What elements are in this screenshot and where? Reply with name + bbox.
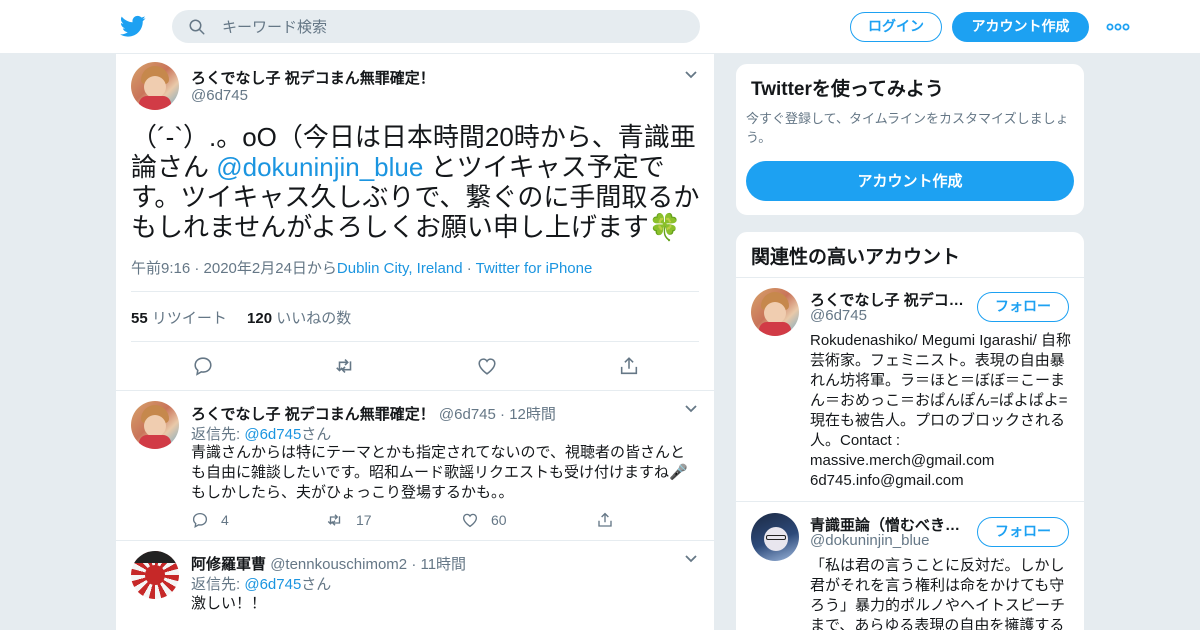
top-bar: ログイン アカウント作成: [0, 0, 1200, 54]
location-link[interactable]: Dublin City, Ireland: [337, 260, 463, 277]
reply-author-handle[interactable]: @tennkouschimom2: [270, 556, 407, 573]
reply-to-line: 返信先: @6d745さん: [191, 573, 331, 594]
like-count: 60: [491, 512, 507, 528]
share-icon: [598, 512, 612, 527]
follow-button[interactable]: フォロー: [977, 292, 1069, 322]
card-subtitle: 今すぐ登録して、タイムラインをカスタマイズしましょう。: [746, 111, 1069, 145]
more-icon[interactable]: [1106, 20, 1130, 34]
like-icon[interactable]: [476, 355, 498, 377]
divider: [736, 277, 1084, 278]
meta-separator: ·: [462, 260, 476, 277]
signup-button[interactable]: アカウント作成: [746, 161, 1074, 201]
like-label: いいねの数: [276, 310, 352, 327]
card-title: 関連性の高いアカウント: [751, 247, 961, 268]
reply-to-mention[interactable]: @6d745: [244, 426, 301, 443]
divider: [116, 540, 714, 541]
reply-to-prefix: 返信先:: [191, 576, 245, 593]
reply-text: 激しい！！: [191, 595, 267, 612]
source-link[interactable]: Twitter for iPhone: [476, 260, 593, 277]
search-box[interactable]: [172, 10, 700, 43]
retweet-count: 55: [131, 310, 148, 327]
author-handle[interactable]: @6d745: [191, 87, 248, 104]
tweet-text: （´-`）.。oO（今日は日本時間20時から、青識亜論さん @dokuninji…: [131, 122, 706, 242]
tweet-stats: 55 リツイート 120 いいねの数: [131, 307, 351, 328]
chevron-down-icon[interactable]: [684, 554, 698, 564]
retweet-label: リツイート: [151, 310, 227, 327]
account-bio: 「私は君の言うことに反対だ。しかし君がそれを言う権利は命をかけても守ろう」暴力的…: [810, 557, 1066, 630]
divider: [131, 291, 699, 292]
tweet-column: ろくでなし子 祝デコまん無罪確定！ @6d745 （´-`）.。oO（今日は日本…: [115, 54, 715, 630]
account-handle[interactable]: @6d745: [810, 307, 867, 324]
reply-time[interactable]: · 11時間: [411, 556, 466, 573]
reply-count: 4: [221, 512, 229, 528]
retweet-icon: [327, 514, 341, 526]
reply-author-handle[interactable]: @6d745: [439, 406, 496, 423]
reply-header: 阿修羅軍曹 @tennkouschimom2 · 11時間: [191, 553, 466, 574]
clover-emoji: 🍀: [648, 212, 682, 242]
reply-to-suffix: さん: [301, 426, 332, 443]
tweet-mention-link[interactable]: @dokuninjin_blue: [216, 152, 423, 182]
avatar[interactable]: [131, 551, 179, 599]
tweet-timestamp[interactable]: 午前9:16 · 2020年2月24日から: [131, 260, 337, 277]
reply-to-prefix: 返信先:: [191, 426, 245, 443]
login-button[interactable]: ログイン: [850, 12, 942, 42]
chevron-down-icon[interactable]: [684, 70, 698, 80]
avatar[interactable]: [751, 513, 799, 561]
retweet-icon[interactable]: [334, 355, 356, 377]
reply-icon: [192, 512, 208, 529]
reply-header: ろくでなし子 祝デコまん無罪確定！ @6d745 · 12時間: [191, 403, 556, 424]
share-icon[interactable]: [618, 355, 640, 377]
signup-card: Twitterを使ってみよう 今すぐ登録して、タイムラインをカスタマイズしましょ…: [735, 63, 1085, 216]
reply-author-name[interactable]: ろくでなし子 祝デコまん無罪確定！: [191, 406, 435, 423]
follow-button[interactable]: フォロー: [977, 517, 1069, 547]
reply-text: 青識さんからは特にテーマとかも指定されてないので、視聴者の皆さんとも自由に雑談し…: [191, 444, 688, 501]
twitter-bird-icon[interactable]: [120, 13, 146, 39]
signup-button[interactable]: アカウント作成: [952, 12, 1089, 42]
like-count: 120: [247, 310, 273, 327]
chevron-down-icon[interactable]: [684, 404, 698, 414]
author-name[interactable]: ろくでなし子 祝デコまん無罪確定！: [191, 67, 435, 88]
like-action[interactable]: 60: [461, 511, 507, 529]
account-bio: Rokudenashiko/ Megumi Igarashi/ 自称芸術家。フェ…: [810, 332, 1071, 489]
search-icon: [189, 19, 205, 35]
avatar[interactable]: [131, 62, 179, 110]
search-input[interactable]: [222, 10, 682, 43]
avatar[interactable]: [131, 401, 179, 449]
avatar[interactable]: [751, 288, 799, 336]
like-icon: [462, 513, 478, 528]
divider: [116, 390, 714, 391]
reply-time[interactable]: · 12時間: [500, 406, 556, 423]
reply-to-line: 返信先: @6d745さん: [191, 423, 331, 444]
reply-to-suffix: さん: [301, 576, 332, 593]
reply-icon[interactable]: [192, 355, 214, 377]
divider: [131, 341, 699, 342]
divider: [736, 501, 1084, 502]
retweet-count: 17: [356, 512, 372, 528]
retweet-stat[interactable]: 55 リツイート: [131, 310, 227, 327]
reply-to-mention[interactable]: @6d745: [244, 576, 301, 593]
like-stat[interactable]: 120 いいねの数: [247, 310, 351, 327]
card-title: Twitterを使ってみよう: [751, 79, 944, 100]
account-handle[interactable]: @dokuninjin_blue: [810, 532, 929, 549]
tweet-meta: 午前9:16 · 2020年2月24日からDublin City, Irelan…: [131, 257, 592, 278]
reply-author-name[interactable]: 阿修羅軍曹: [191, 556, 266, 573]
reply-action[interactable]: 4: [191, 511, 229, 529]
share-action[interactable]: [596, 511, 626, 529]
related-accounts-card: 関連性の高いアカウント ろくでなし子 祝デコ… @6d745 フォロー Roku…: [735, 231, 1085, 630]
retweet-action[interactable]: 17: [326, 511, 372, 529]
